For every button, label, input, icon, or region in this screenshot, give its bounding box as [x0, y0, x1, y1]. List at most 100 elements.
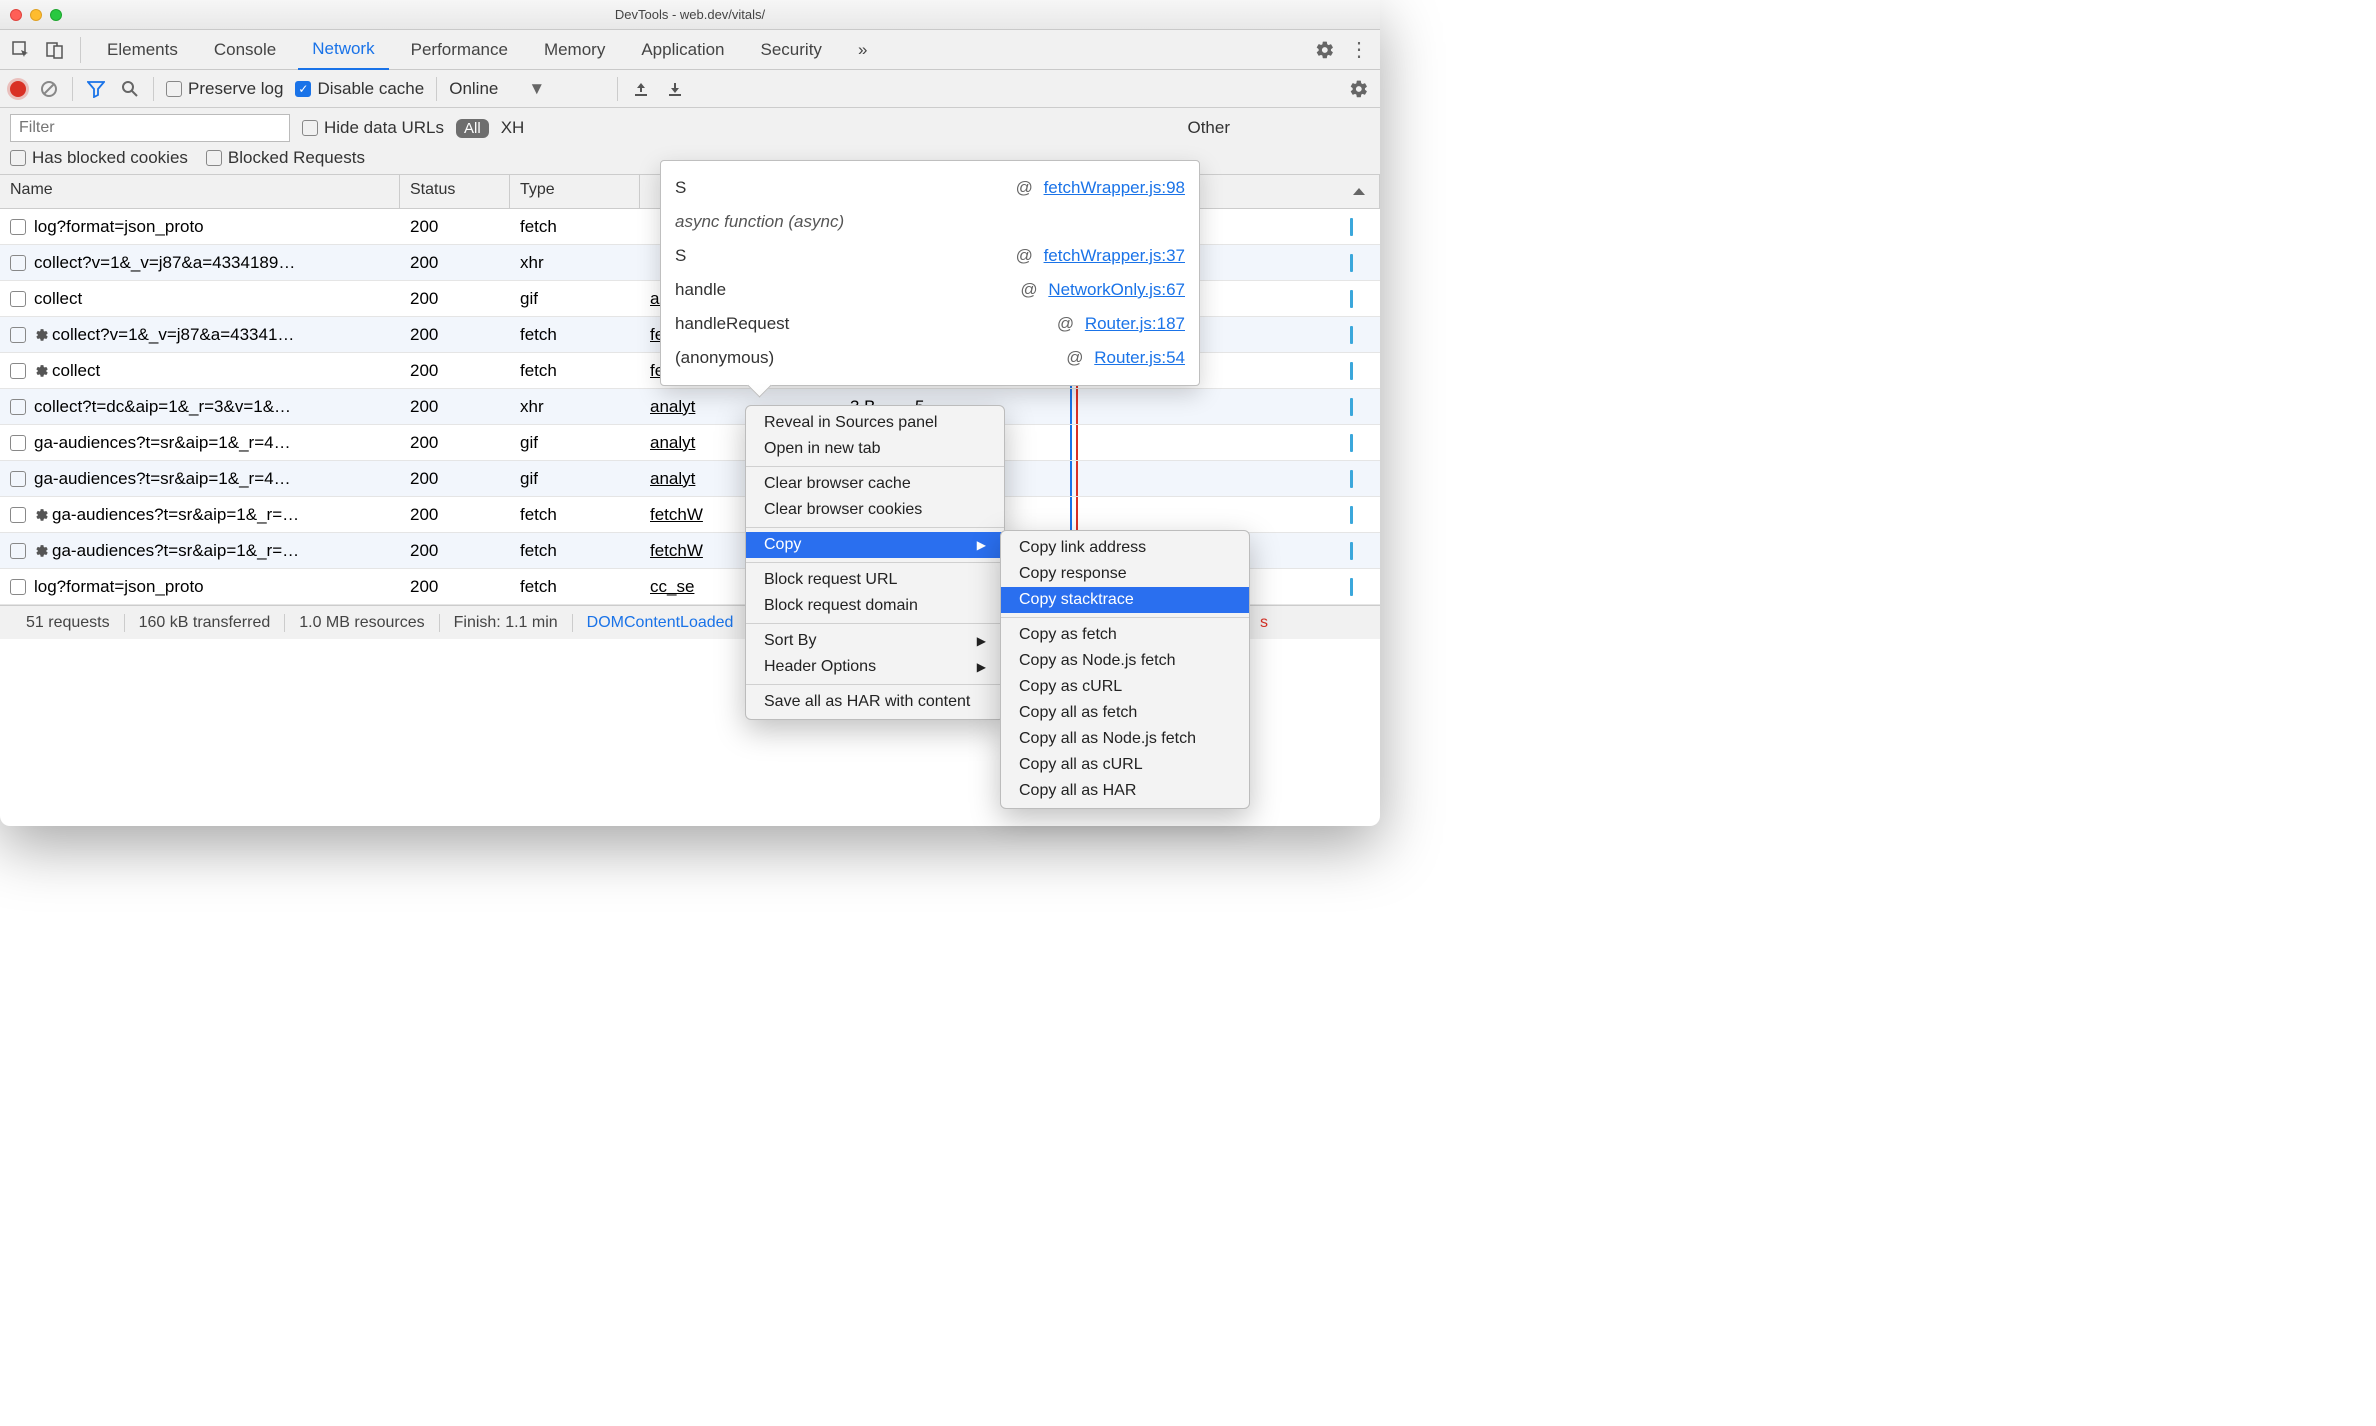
has-blocked-cookies-checkbox[interactable]: Has blocked cookies — [10, 148, 188, 168]
copy-submenu-item[interactable]: Copy as cURL — [1001, 674, 1249, 700]
copy-submenu-item[interactable]: Copy all as cURL — [1001, 752, 1249, 778]
stack-source-link[interactable]: fetchWrapper.js:37 — [1044, 246, 1185, 265]
status-requests: 51 requests — [12, 614, 125, 632]
request-type: fetch — [510, 577, 640, 597]
record-button[interactable] — [10, 81, 26, 97]
clear-icon[interactable] — [38, 78, 60, 100]
inspect-element-icon[interactable] — [8, 37, 34, 63]
disable-cache-label: Disable cache — [317, 79, 424, 99]
copy-submenu-item[interactable]: Copy as Node.js fetch — [1001, 648, 1249, 674]
stack-fn: (anonymous) — [675, 348, 774, 368]
preserve-log-label: Preserve log — [188, 79, 283, 99]
filter-icon[interactable] — [85, 78, 107, 100]
context-menu-item[interactable]: Copy▶ — [746, 532, 1004, 558]
network-settings-gear-icon[interactable] — [1348, 78, 1370, 100]
stack-source-link[interactable]: NetworkOnly.js:67 — [1048, 280, 1185, 299]
tab-performance[interactable]: Performance — [397, 30, 522, 70]
stack-source-link[interactable]: fetchWrapper.js:98 — [1044, 178, 1185, 197]
row-checkbox[interactable] — [10, 255, 26, 271]
context-menu-item[interactable]: Reveal in Sources panel — [746, 410, 1004, 436]
context-menu-item[interactable]: Block request domain — [746, 593, 1004, 619]
row-checkbox[interactable] — [10, 471, 26, 487]
tab-elements[interactable]: Elements — [93, 30, 192, 70]
download-har-icon[interactable] — [664, 78, 686, 100]
sort-asc-icon — [1353, 188, 1365, 195]
request-name: ga-audiences?t=sr&aip=1&_r=… — [52, 505, 299, 525]
submenu-arrow-icon: ▶ — [977, 634, 986, 648]
stack-source-link[interactable]: Router.js:187 — [1085, 314, 1185, 333]
row-checkbox[interactable] — [10, 219, 26, 235]
hide-data-urls-checkbox[interactable]: Hide data URLs — [302, 118, 444, 138]
request-waterfall — [960, 425, 1380, 460]
table-row[interactable]: ga-audiences?t=sr&aip=1&_r=4…200gifanaly… — [0, 461, 1380, 497]
preserve-log-checkbox[interactable]: Preserve log — [166, 79, 283, 99]
chevron-down-icon: ▼ — [528, 79, 545, 99]
filter-type-other[interactable]: Other — [1187, 118, 1230, 138]
col-status[interactable]: Status — [400, 175, 510, 208]
tab-memory[interactable]: Memory — [530, 30, 619, 70]
copy-submenu-item[interactable]: Copy as fetch — [1001, 622, 1249, 648]
request-type: fetch — [510, 541, 640, 561]
copy-submenu-item[interactable]: Copy stacktrace — [1001, 587, 1249, 613]
row-checkbox[interactable] — [10, 291, 26, 307]
copy-submenu-item[interactable]: Copy link address — [1001, 535, 1249, 561]
row-checkbox[interactable] — [10, 435, 26, 451]
throttling-select[interactable]: Online ▼ — [449, 79, 605, 99]
row-checkbox[interactable] — [10, 579, 26, 595]
filter-type-xhr[interactable]: XH — [501, 118, 525, 138]
request-type: fetch — [510, 361, 640, 381]
context-menu-item[interactable]: Save all as HAR with content — [746, 689, 1004, 715]
request-type: gif — [510, 469, 640, 489]
stack-async-marker: async function (async) — [675, 212, 844, 232]
filter-type-all[interactable]: All — [456, 119, 489, 138]
table-row[interactable]: ga-audiences?t=sr&aip=1&_r=4…200gifanaly… — [0, 425, 1380, 461]
context-menu-item[interactable]: Clear browser cache — [746, 471, 1004, 497]
col-type[interactable]: Type — [510, 175, 640, 208]
request-status: 200 — [400, 469, 510, 489]
copy-submenu-item[interactable]: Copy all as HAR — [1001, 778, 1249, 804]
context-menu-item[interactable]: Sort By▶ — [746, 628, 1004, 654]
row-checkbox[interactable] — [10, 327, 26, 343]
status-transferred: 160 kB transferred — [125, 614, 286, 632]
request-type: fetch — [510, 217, 640, 237]
copy-submenu-item[interactable]: Copy all as Node.js fetch — [1001, 726, 1249, 752]
context-menu-item[interactable]: Header Options▶ — [746, 654, 1004, 680]
more-menu-icon[interactable]: ⋮ — [1346, 37, 1372, 63]
context-menu-item[interactable]: Block request URL — [746, 567, 1004, 593]
filter-input[interactable] — [10, 114, 290, 142]
request-name: ga-audiences?t=sr&aip=1&_r=… — [52, 541, 299, 561]
table-row[interactable]: ga-audiences?t=sr&aip=1&_r=…200fetchfetc… — [0, 497, 1380, 533]
tab-console[interactable]: Console — [200, 30, 290, 70]
context-menu-item[interactable]: Clear browser cookies — [746, 497, 1004, 523]
tabs-overflow[interactable]: » — [844, 30, 881, 70]
table-row[interactable]: collect?t=dc&aip=1&_r=3&v=1&…200xhranaly… — [0, 389, 1380, 425]
blocked-requests-checkbox[interactable]: Blocked Requests — [206, 148, 365, 168]
device-toolbar-icon[interactable] — [42, 37, 68, 63]
settings-gear-icon[interactable] — [1312, 37, 1338, 63]
tab-security[interactable]: Security — [747, 30, 836, 70]
upload-har-icon[interactable] — [630, 78, 652, 100]
tab-application[interactable]: Application — [627, 30, 738, 70]
context-menu-item[interactable]: Open in new tab — [746, 436, 1004, 462]
copy-submenu-item[interactable]: Copy all as fetch — [1001, 700, 1249, 726]
request-status: 200 — [400, 433, 510, 453]
row-checkbox[interactable] — [10, 363, 26, 379]
request-type: gif — [510, 433, 640, 453]
row-checkbox[interactable] — [10, 507, 26, 523]
row-checkbox[interactable] — [10, 399, 26, 415]
request-name: log?format=json_proto — [34, 217, 204, 237]
stack-fn: handleRequest — [675, 314, 789, 334]
request-waterfall — [960, 497, 1380, 532]
col-name[interactable]: Name — [0, 175, 400, 208]
request-name: ga-audiences?t=sr&aip=1&_r=4… — [34, 433, 291, 453]
tab-network[interactable]: Network — [298, 30, 388, 70]
request-type: xhr — [510, 253, 640, 273]
hide-data-urls-label: Hide data URLs — [324, 118, 444, 138]
stack-source-link[interactable]: Router.js:54 — [1094, 348, 1185, 367]
request-status: 200 — [400, 541, 510, 561]
search-icon[interactable] — [119, 78, 141, 100]
disable-cache-checkbox[interactable]: ✓Disable cache — [295, 79, 424, 99]
status-finish: Finish: 1.1 min — [440, 614, 573, 632]
row-checkbox[interactable] — [10, 543, 26, 559]
copy-submenu-item[interactable]: Copy response — [1001, 561, 1249, 587]
